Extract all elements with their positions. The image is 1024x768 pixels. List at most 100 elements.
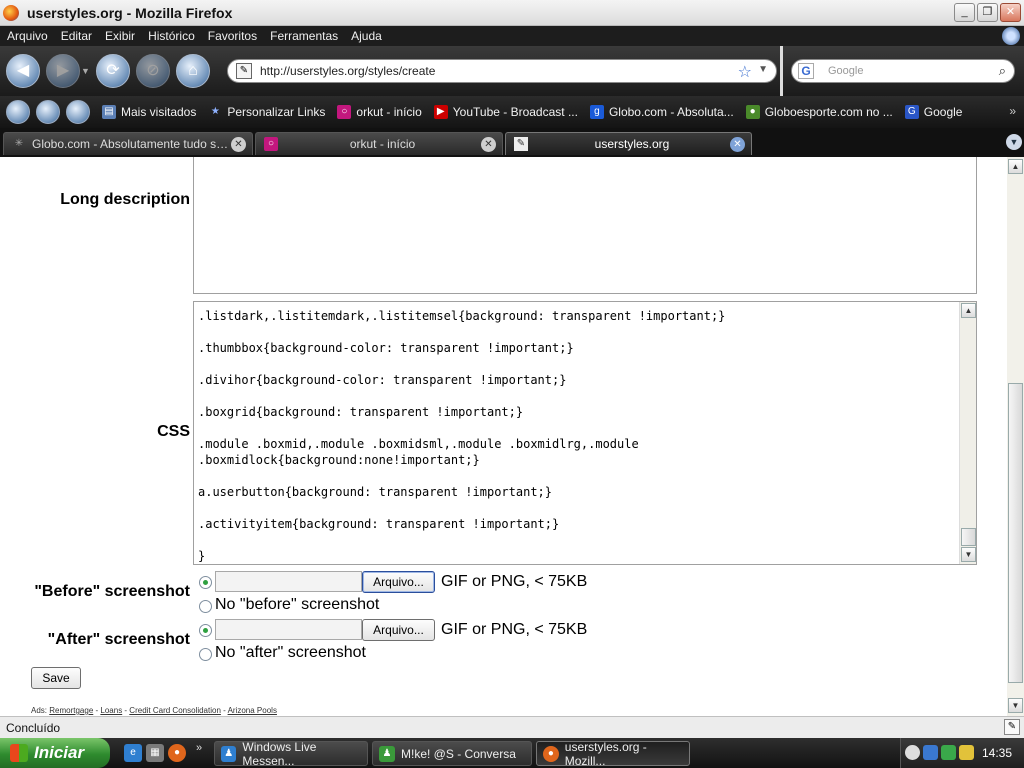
bookmark-item[interactable]: ▶ YouTube - Broadcast ... bbox=[433, 105, 578, 119]
scroll-thumb[interactable] bbox=[961, 528, 976, 546]
menu-exibir[interactable]: Exibir bbox=[105, 29, 135, 43]
page-scrollbar[interactable]: ▲ ▼ bbox=[1007, 157, 1024, 716]
before-file-input[interactable] bbox=[215, 571, 362, 592]
menu-arquivo[interactable]: Arquivo bbox=[7, 29, 48, 43]
tray-collapse-icon[interactable] bbox=[905, 745, 920, 760]
task-conversa[interactable]: ♟ M!ke! @S - Conversa bbox=[372, 741, 532, 766]
address-bar[interactable]: ✎ http://userstyles.org/styles/create ☆ … bbox=[227, 59, 777, 83]
network-icon[interactable] bbox=[923, 745, 938, 760]
close-button[interactable]: ✕ bbox=[1000, 3, 1021, 22]
menu-editar[interactable]: Editar bbox=[61, 29, 92, 43]
page-content: Long description CSS .listdark,.listitem… bbox=[0, 157, 1007, 716]
calculator-icon[interactable]: ▦ bbox=[146, 744, 164, 762]
before-upload-radio[interactable] bbox=[199, 576, 212, 589]
scroll-up-icon[interactable]: ▲ bbox=[961, 303, 976, 318]
toolbar-separator bbox=[780, 46, 783, 96]
ad-link[interactable]: Loans bbox=[100, 706, 122, 715]
css-textarea[interactable]: .listdark,.listitemdark,.listitemsel{bac… bbox=[193, 301, 977, 565]
orkut-icon: ○ bbox=[337, 105, 352, 119]
tab-list-icon[interactable]: ▼ bbox=[1006, 134, 1022, 150]
scroll-up-icon[interactable]: ▲ bbox=[1008, 159, 1023, 174]
firefox-icon bbox=[3, 4, 19, 21]
window-controls: _ ❐ ✕ bbox=[954, 3, 1021, 22]
google-icon[interactable]: G bbox=[798, 63, 814, 79]
bookmark-star-icon[interactable]: ☆ bbox=[738, 62, 752, 82]
bookmark-item[interactable]: ○ orkut - início bbox=[337, 105, 422, 119]
after-upload-radio[interactable] bbox=[199, 624, 212, 637]
system-tray: 14:35 bbox=[900, 738, 1024, 768]
save-button[interactable]: Save bbox=[31, 667, 81, 689]
tab-label: Globo.com - Absolutamente tudo sobre... bbox=[32, 137, 231, 151]
home-button[interactable]: ⌂ bbox=[175, 54, 210, 88]
edit-icon[interactable]: ✎ bbox=[1004, 719, 1020, 735]
menu-favoritos[interactable]: Favoritos bbox=[208, 29, 257, 43]
task-messenger[interactable]: ♟ Windows Live Messen... bbox=[214, 739, 368, 768]
long-description-textarea[interactable] bbox=[193, 157, 977, 294]
bookmark-item[interactable]: G Google bbox=[904, 105, 962, 119]
window-title: userstyles.org - Mozilla Firefox bbox=[27, 4, 233, 21]
history-dropdown-icon[interactable]: ▼ bbox=[81, 66, 90, 76]
css-code-line: } bbox=[198, 549, 206, 563]
clock: 14:35 bbox=[981, 746, 1012, 760]
history-button[interactable] bbox=[36, 100, 60, 124]
forward-button[interactable]: ▶ bbox=[46, 54, 80, 88]
star-icon: ★ bbox=[210, 106, 220, 117]
bookmark-item[interactable]: ▤ Mais visitados bbox=[102, 105, 196, 119]
css-scrollbar[interactable]: ▲ ▼ bbox=[959, 302, 976, 564]
ad-link[interactable]: Arizona Pools bbox=[228, 706, 277, 715]
security-alert-icon[interactable] bbox=[959, 745, 974, 760]
after-file-input[interactable] bbox=[215, 619, 362, 640]
bookmark-item[interactable]: ● Globoesporte.com no ... bbox=[745, 105, 893, 119]
close-tab-icon[interactable]: ✕ bbox=[481, 136, 496, 152]
youtube-icon: ▶ bbox=[433, 105, 448, 119]
close-tab-icon[interactable]: ✕ bbox=[231, 136, 246, 152]
after-browse-button[interactable]: Arquivo... bbox=[362, 619, 435, 641]
chevron-right-icon[interactable]: » bbox=[196, 742, 202, 754]
task-label: Windows Live Messen... bbox=[242, 739, 317, 768]
restore-button[interactable]: ❐ bbox=[977, 3, 998, 22]
ad-link[interactable]: Remortgage bbox=[49, 706, 93, 715]
menu-ferramentas[interactable]: Ferramentas bbox=[270, 29, 338, 43]
scroll-down-icon[interactable]: ▼ bbox=[1008, 698, 1023, 713]
bookmark-label: Mais visitados bbox=[121, 105, 197, 119]
bookmarks-star-button[interactable] bbox=[6, 100, 30, 124]
back-button[interactable]: ◀ bbox=[6, 54, 40, 88]
css-code[interactable]: .listdark,.listitemdark,.listitemsel{bac… bbox=[198, 308, 958, 564]
reload-button[interactable]: ⟳ bbox=[95, 54, 130, 88]
tab-userstyles[interactable]: ✎ userstyles.org ✕ bbox=[505, 132, 752, 155]
search-input[interactable]: Google bbox=[828, 65, 863, 77]
task-firefox[interactable]: ● userstyles.org - Mozill... bbox=[536, 740, 690, 768]
search-icon[interactable]: ⌕ bbox=[999, 63, 1006, 79]
orkut-icon: ○ bbox=[264, 137, 278, 151]
url-text[interactable]: http://userstyles.org/styles/create bbox=[260, 64, 435, 78]
messenger-tray-icon[interactable] bbox=[941, 745, 956, 760]
firefox-icon[interactable]: ● bbox=[168, 744, 186, 762]
bookmark-item[interactable]: ★ Personalizar Links bbox=[208, 105, 326, 119]
menu-ajuda[interactable]: Ajuda bbox=[351, 29, 382, 43]
chevron-right-icon[interactable]: » bbox=[1009, 104, 1016, 118]
before-browse-button[interactable]: Arquivo... bbox=[362, 571, 435, 593]
search-bar[interactable]: G Google ⌕ bbox=[791, 59, 1015, 83]
css-label: CSS bbox=[157, 423, 190, 440]
downloads-button[interactable] bbox=[66, 100, 90, 124]
scroll-thumb[interactable] bbox=[1008, 383, 1023, 683]
bookmark-label: YouTube - Broadcast ... bbox=[452, 105, 578, 119]
status-bar: Concluído ✎ bbox=[0, 716, 1024, 738]
bookmark-item[interactable]: g Globo.com - Absoluta... bbox=[589, 105, 734, 119]
stop-button[interactable]: ⊘ bbox=[135, 54, 170, 88]
internet-explorer-icon[interactable]: e bbox=[124, 744, 142, 762]
scroll-down-icon[interactable]: ▼ bbox=[961, 547, 976, 562]
no-after-radio[interactable] bbox=[199, 648, 212, 661]
menu-historico[interactable]: Histórico bbox=[148, 29, 195, 43]
start-button[interactable]: Iniciar bbox=[0, 738, 110, 768]
title-bar: userstyles.org - Mozilla Firefox _ ❐ ✕ bbox=[0, 0, 1024, 26]
ad-link[interactable]: Credit Card Consolidation bbox=[129, 706, 221, 715]
minimize-button[interactable]: _ bbox=[954, 3, 975, 22]
close-tab-icon[interactable]: ✕ bbox=[730, 136, 745, 152]
tab-orkut[interactable]: ○ orkut - início ✕ bbox=[255, 132, 503, 155]
no-before-radio[interactable] bbox=[199, 600, 212, 613]
tab-globo[interactable]: ✳ Globo.com - Absolutamente tudo sobre..… bbox=[3, 132, 253, 155]
url-dropdown-icon[interactable]: ▼ bbox=[758, 64, 768, 75]
css-code-line bbox=[198, 356, 958, 372]
css-code-line: .divihor{background-color: transparent !… bbox=[198, 373, 567, 387]
